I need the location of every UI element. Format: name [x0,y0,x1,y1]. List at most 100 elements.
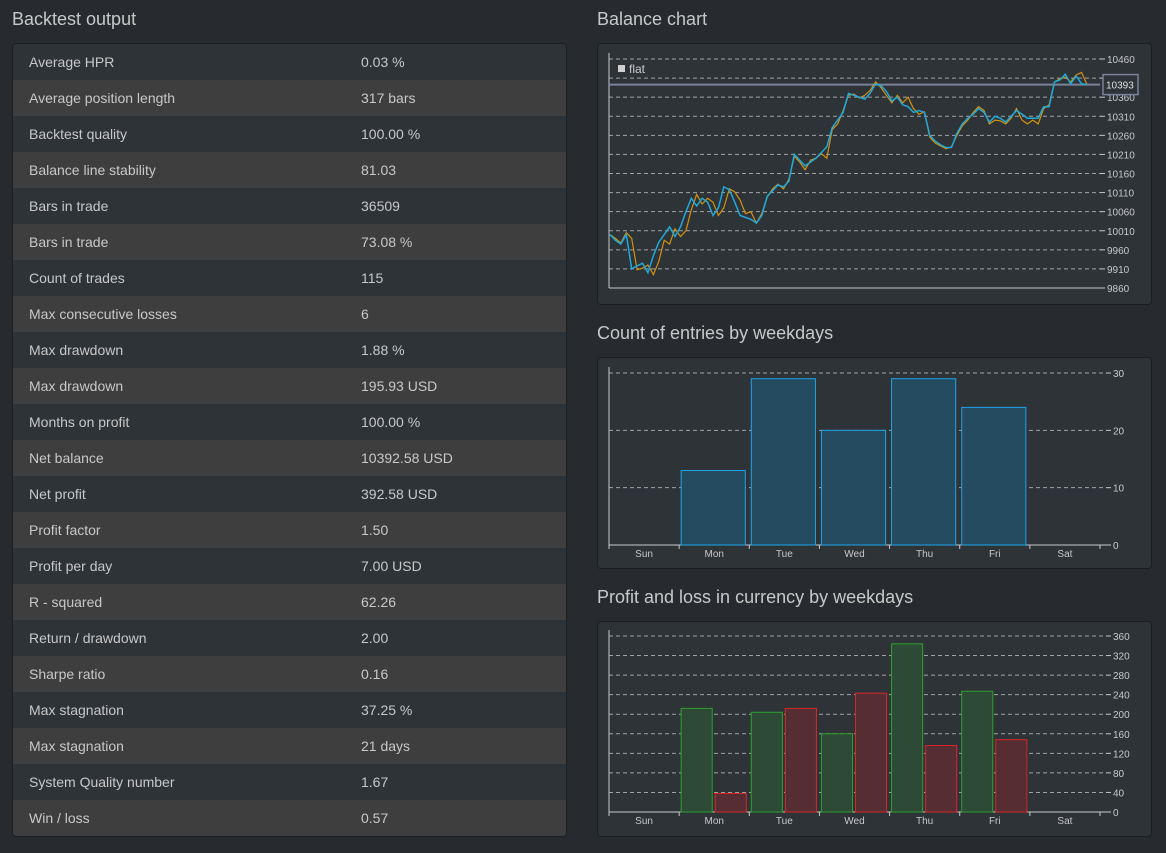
metric-value: 195.93 USD [361,378,438,394]
metric-value: 21 days [361,738,411,754]
metric-value: 62.26 [361,594,397,610]
metric-label: Net balance [29,450,104,466]
metric-value: 1.67 [361,774,389,790]
current-value-label: 10393 [1106,81,1134,92]
metric-label: Count of trades [29,270,125,286]
y-tick-label: 120 [1113,749,1130,760]
y-tick-label: 10260 [1107,131,1135,142]
x-tick-label: Fri [989,549,1001,560]
metric-label: Max drawdown [29,342,124,358]
metric-value: 73.08 % [361,234,413,250]
legend-label: flat [629,62,646,76]
metric-label: Max drawdown [29,378,124,394]
pnl-chart-panel: 0 40 80 120 160 200 240 280 320 360 Sun Mon Tue Wed Th… [597,621,1152,837]
metric-value: 2.00 [361,630,389,646]
metric-value: 0.03 % [361,54,405,70]
y-tick-label: 10060 [1107,208,1135,219]
backtest-output-title: Backtest output [12,9,137,29]
x-tick-label: Thu [916,816,933,827]
table-row: Max drawdown 195.93 USD [13,368,566,404]
metric-label: Return / drawdown [29,630,147,646]
y-tick-label: 0 [1113,808,1119,819]
y-tick-label: 20 [1113,426,1125,437]
table-row: Net balance 10392.58 USD [13,440,566,476]
balance-chart-panel: 9860 9910 9960 10010 10060 10110 10160 10210 102… [597,43,1152,305]
metric-value: 115 [361,270,384,286]
y-tick-label: 10460 [1107,55,1135,66]
x-tick-label: Sun [635,549,653,560]
metric-value: 10392.58 USD [361,450,453,466]
backtest-table: Average HPR 0.03 % Average position length… [12,43,567,837]
legend-swatch [618,65,625,72]
x-tick-label: Thu [916,549,933,560]
metric-label: R - squared [29,594,103,610]
y-tick-label: 10 [1113,484,1125,495]
y-tick-label: 280 [1113,671,1130,682]
y-tick-label: 360 [1113,632,1130,643]
loss-bar-wed [855,692,888,813]
y-tick-label: 9860 [1107,284,1130,295]
y-tick-label: 80 [1113,769,1125,780]
y-tick-label: 160 [1113,730,1130,741]
profit-bar-fri [961,690,994,813]
profit-bar-wed [820,733,854,813]
metric-label: Net profit [29,486,86,502]
metric-label: Balance line stability [29,162,156,178]
x-tick-label: Wed [844,816,864,827]
y-tick-label: 10310 [1107,112,1135,123]
loss-bar-thu [925,745,958,813]
entries-chart-panel: 0 10 20 30 Sun Mon Tue Wed Thu Fri Sat [597,357,1152,569]
y-tick-label: 30 [1113,369,1125,380]
metric-label: Max stagnation [29,738,124,754]
table-row: Return / drawdown 2.00 [13,620,566,656]
table-row: R - squared 62.26 [13,584,566,620]
metric-value: 0.16 [361,666,389,682]
entries-chart[interactable]: 0 10 20 30 Sun Mon Tue Wed Thu Fri Sat [598,358,1153,570]
metric-value: 36509 [361,198,400,214]
pnl-chart[interactable]: 0 40 80 120 160 200 240 280 320 360 Sun Mon Tue Wed Th… [598,622,1153,838]
table-row: Net profit 392.58 USD [13,476,566,512]
balance-chart[interactable]: 9860 9910 9960 10010 10060 10110 10160 10210 102… [598,44,1153,306]
metric-value: 7.00 USD [361,558,422,574]
y-tick-label: 10160 [1107,170,1135,181]
metric-label: Bars in trade [29,234,109,250]
profit-bar-tue [750,711,783,813]
metric-label: Bars in trade [29,198,109,214]
metric-value: 392.58 USD [361,486,438,502]
entries-chart-title: Count of entries by weekdays [597,323,834,343]
metric-value: 0.57 [361,810,389,826]
metric-value: 81.03 [361,162,397,178]
metric-value: 317 bars [361,90,416,106]
table-row: Max drawdown 1.88 % [13,332,566,368]
y-tick-label: 0 [1113,541,1119,552]
y-tick-label: 200 [1113,710,1130,721]
metric-label: Profit factor [29,522,101,538]
metric-label: Max consecutive losses [29,306,177,322]
y-tick-label: 240 [1113,691,1130,702]
table-row: Sharpe ratio 0.16 [13,656,566,692]
table-row: Months on profit 100.00 % [13,404,566,440]
table-row: Max consecutive losses 6 [13,296,566,332]
table-row: Average HPR 0.03 % [13,44,566,80]
table-row: Bars in trade 73.08 % [13,224,566,260]
metric-value: 1.88 % [361,342,405,358]
bar-wed [820,429,887,546]
profit-bar-mon [680,707,713,813]
table-row: Max stagnation 21 days [13,728,566,764]
metric-label: Sharpe ratio [29,666,106,682]
x-tick-label: Fri [989,816,1001,827]
x-tick-label: Wed [844,549,864,560]
loss-bar-mon [714,792,747,813]
metric-label: Average HPR [29,54,115,70]
metric-label: Months on profit [29,414,130,430]
pnl-chart-title: Profit and loss in currency by weekdays [597,587,914,607]
metric-label: Average position length [29,90,176,106]
table-row: Bars in trade 36509 [13,188,566,224]
metric-label: Backtest quality [29,126,128,142]
y-tick-label: 10010 [1107,227,1135,238]
table-row: Win / loss 0.57 [13,800,566,836]
bar-fri [961,406,1027,546]
balance-chart-title: Balance chart [597,9,708,29]
y-tick-label: 10110 [1107,189,1135,200]
loss-bar-fri [995,739,1028,813]
